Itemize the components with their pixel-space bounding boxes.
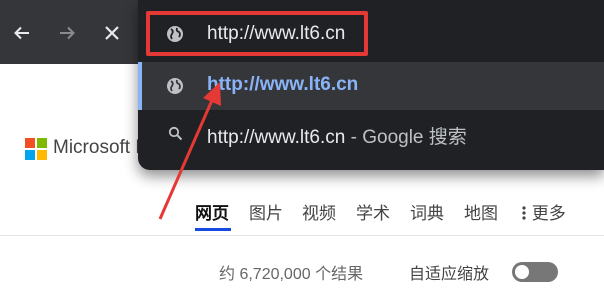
globe-icon	[167, 78, 183, 94]
highlight-box	[146, 11, 368, 56]
tab-academic[interactable]: 学术	[356, 199, 390, 224]
suggestion-search-url: http://www.lt6.cn	[207, 127, 346, 148]
header-divider	[0, 235, 604, 236]
forward-button[interactable]	[56, 22, 78, 44]
tab-maps[interactable]: 地图	[464, 199, 498, 224]
tab-images[interactable]: 图片	[249, 199, 283, 224]
tab-videos[interactable]: 视频	[302, 199, 336, 224]
brand-text: Microsoft B	[53, 137, 138, 158]
adaptive-zoom-toggle[interactable]	[512, 262, 558, 282]
tab-web[interactable]: 网页	[195, 199, 229, 224]
toggle-knob	[515, 265, 529, 279]
more-vert-icon	[522, 206, 526, 220]
suggestion-search-text: http://www.lt6.cn - Google 搜索	[207, 122, 467, 149]
stop-button[interactable]	[101, 22, 123, 44]
tab-more-label: 更多	[531, 204, 566, 223]
omnibox-dropdown: http://www.lt6.cn http://www.lt6.cn http…	[138, 0, 604, 170]
back-icon	[14, 26, 29, 40]
search-icon	[168, 126, 183, 141]
stop-icon	[105, 26, 119, 40]
omnibox[interactable]: http://www.lt6.cn	[138, 10, 604, 58]
results-count: 约 6,720,000 个结果	[219, 266, 364, 283]
tab-dictionary[interactable]: 词典	[410, 199, 444, 224]
suggestion-search[interactable]: http://www.lt6.cn - Google 搜索	[138, 110, 604, 158]
suggestion-engine-text: Google 搜索	[362, 127, 467, 148]
tab-more[interactable]: 更多	[521, 199, 566, 224]
microsoft-logo	[25, 138, 47, 160]
suggestion-url[interactable]: http://www.lt6.cn	[138, 62, 604, 110]
suggestion-separator: -	[345, 127, 363, 148]
adaptive-zoom-label: 自适应缩放	[409, 266, 490, 283]
back-button[interactable]	[11, 22, 33, 44]
active-tab-indicator	[195, 228, 231, 231]
suggestion-url-text: http://www.lt6.cn	[207, 74, 359, 95]
forward-icon	[60, 26, 75, 40]
selection-indicator	[138, 62, 142, 110]
